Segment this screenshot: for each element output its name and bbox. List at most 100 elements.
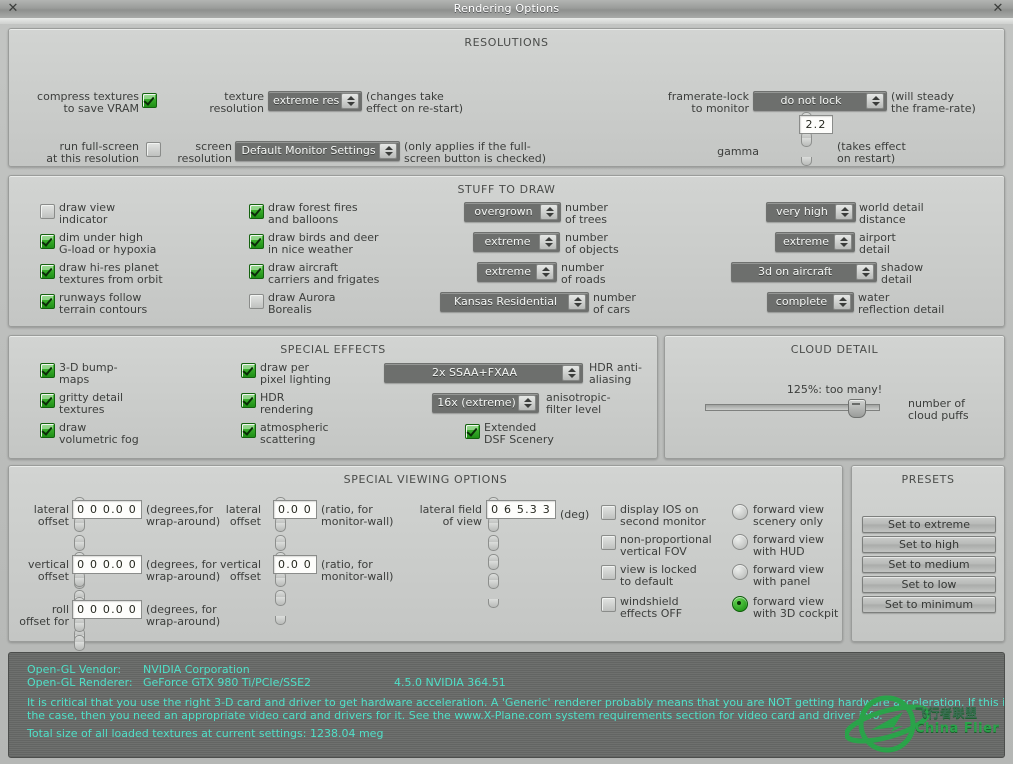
airport-detail-label: airport detail — [859, 231, 896, 256]
hdr-antialiasing-dropdown[interactable]: 2x SSAA+FXAA — [384, 363, 583, 383]
number-of-trees-dropdown[interactable]: overgrown — [464, 202, 561, 222]
check-view-locked-to-default[interactable] — [601, 565, 616, 580]
decrement-arrows[interactable] — [488, 517, 501, 608]
check-extended-dsf-scenery[interactable] — [465, 424, 480, 439]
cloud-puffs-label: number of cloud puffs — [908, 397, 969, 422]
preset-set-to-medium-button[interactable]: Set to medium — [862, 556, 996, 573]
world-detail-distance-dropdown[interactable]: very high — [766, 202, 856, 222]
radio-forward-view-with-hud[interactable] — [732, 534, 748, 550]
gamma-increment-arrows[interactable] — [801, 106, 814, 140]
anisotropic-filter-dropdown[interactable]: 16x (extreme) — [432, 393, 539, 413]
number-of-cars-dropdown[interactable]: Kansas Residential — [440, 292, 589, 312]
lateral-fov-note: (deg) — [560, 508, 590, 521]
preset-set-to-extreme-button[interactable]: Set to extreme — [862, 516, 996, 533]
chevron-updown-icon — [379, 143, 397, 159]
lateral-offset-ratio-note: (ratio, for monitor-wall) — [321, 503, 394, 528]
check-atmospheric-scattering[interactable] — [241, 423, 256, 438]
check-3d-bump-maps[interactable] — [40, 363, 55, 378]
number-of-objects-value: extreme — [484, 235, 531, 248]
check-aurora-borealis[interactable] — [249, 294, 264, 309]
opengl-vendor-value: NVIDIA Corporation — [143, 663, 250, 676]
check-view-locked-to-default-label: view is locked to default — [620, 563, 697, 588]
increment-arrows[interactable] — [74, 591, 87, 682]
roll-offset-note: (degrees, for wrap-around) — [146, 603, 221, 628]
check-dim-under-g-load[interactable] — [40, 234, 55, 249]
preset-set-to-high-button[interactable]: Set to high — [862, 536, 996, 553]
decrement-arrows[interactable] — [275, 572, 288, 625]
number-of-cars-value: Kansas Residential — [453, 295, 558, 308]
check-gritty-detail-textures[interactable] — [40, 393, 55, 408]
lateral-offset-deg-value: 0 0 0.0 0 — [77, 503, 137, 516]
vertical-offset-ratio-label: vertical offset — [219, 558, 261, 583]
number-of-objects-dropdown[interactable]: extreme — [473, 232, 560, 252]
shadow-detail-label: shadow detail — [881, 261, 924, 286]
check-forest-fires-balloons[interactable] — [249, 204, 264, 219]
number-of-roads-dropdown[interactable]: extreme — [477, 262, 557, 282]
lateral-offset-deg-label: lateral offset — [33, 503, 69, 528]
check-runways-follow-contours[interactable] — [40, 294, 55, 309]
check-per-pixel-lighting-label: draw per pixel lighting — [260, 361, 331, 386]
close-icon-right[interactable]: ✕ — [991, 2, 1005, 16]
hardware-warning-line-2: the case, then you need an appropriate v… — [27, 709, 883, 722]
framerate-lock-dropdown[interactable]: do not lock — [753, 91, 887, 111]
check-windshield-effects-off[interactable] — [601, 597, 616, 612]
check-display-ios-second-monitor[interactable] — [601, 505, 616, 520]
radio-forward-view-scenery-only-label: forward view scenery only — [753, 503, 825, 528]
check-hdr-rendering[interactable] — [241, 393, 256, 408]
check-per-pixel-lighting[interactable] — [241, 363, 256, 378]
radio-forward-view-with-3d-cockpit[interactable] — [732, 596, 748, 612]
check-windshield-effects-off-label: windshield effects OFF — [620, 595, 683, 620]
full-screen-checkbox[interactable] — [146, 142, 161, 157]
decrement-arrows[interactable] — [74, 617, 87, 708]
check-draw-view-indicator[interactable] — [40, 204, 55, 219]
radio-forward-view-with-panel[interactable] — [732, 564, 748, 580]
water-reflection-detail-dropdown[interactable]: complete — [767, 292, 854, 312]
shadow-detail-dropdown[interactable]: 3d on aircraft — [731, 262, 877, 282]
number-of-cars-label: number of cars — [593, 291, 636, 316]
cloud-puffs-slider[interactable] — [705, 399, 880, 418]
number-of-trees-label: number of trees — [565, 201, 608, 226]
check-forest-fires-balloons-label: draw forest fires and balloons — [268, 201, 358, 226]
decrement-arrows[interactable] — [74, 517, 87, 608]
chevron-updown-icon — [834, 234, 852, 250]
check-aircraft-carriers[interactable] — [249, 264, 264, 279]
decrement-arrows[interactable] — [74, 572, 87, 663]
decrement-arrows[interactable] — [275, 517, 288, 570]
check-hi-res-planet-textures[interactable] — [40, 264, 55, 279]
increment-arrows[interactable] — [488, 491, 501, 582]
water-reflection-detail-value: complete — [775, 295, 828, 308]
screen-resolution-dropdown[interactable]: Default Monitor Settings — [235, 141, 400, 161]
check-non-proportional-vertical-fov[interactable] — [601, 535, 616, 550]
screen-resolution-value: Default Monitor Settings — [241, 144, 376, 157]
presets-title: PRESETS — [901, 473, 955, 486]
screen-resolution-note: (only applies if the full- screen button… — [404, 140, 546, 165]
check-birds-and-deer[interactable] — [249, 234, 264, 249]
watermark-line-1: 飞行者联盟 — [915, 706, 978, 720]
preset-set-to-low-button[interactable]: Set to low — [862, 576, 996, 593]
check-hdr-rendering-label: HDR rendering — [260, 391, 314, 416]
increment-arrows[interactable] — [275, 546, 288, 599]
airport-detail-dropdown[interactable]: extreme — [775, 232, 855, 252]
increment-arrows[interactable] — [275, 491, 288, 544]
preset-set-to-minimum-button[interactable]: Set to minimum — [862, 596, 996, 613]
special-effects-title: SPECIAL EFFECTS — [280, 343, 386, 356]
check-3d-bump-maps-label: 3-D bump- maps — [59, 361, 118, 386]
texture-resolution-dropdown[interactable]: extreme res! — [268, 91, 362, 111]
presets-panel: PRESETS Set to extreme Set to high Set t… — [851, 465, 1005, 642]
check-volumetric-fog[interactable] — [40, 423, 55, 438]
gamma-note: (takes effect on restart) — [837, 140, 906, 165]
gamma-decrement-arrows[interactable] — [801, 132, 814, 166]
slider-thumb[interactable] — [848, 399, 866, 418]
compress-textures-checkbox[interactable] — [142, 93, 157, 108]
full-screen-label: run full-screen at this resolution — [46, 140, 139, 165]
increment-arrows[interactable] — [74, 491, 87, 582]
special-viewing-options-panel: SPECIAL VIEWING OPTIONS lateral offset 0… — [8, 465, 843, 708]
anisotropic-filter-label: anisotropic- filter level — [546, 391, 611, 416]
texture-size-line: Total size of all loaded textures at cur… — [27, 727, 384, 740]
radio-forward-view-scenery-only[interactable] — [732, 504, 748, 520]
lateral-offset-ratio-label: lateral offset — [225, 503, 261, 528]
increment-arrows[interactable] — [74, 546, 87, 637]
check-aircraft-carriers-label: draw aircraft carriers and frigates — [268, 261, 380, 286]
resolutions-panel: RESOLUTIONS compress textures to save VR… — [8, 28, 1005, 167]
chevron-updown-icon — [835, 204, 853, 220]
